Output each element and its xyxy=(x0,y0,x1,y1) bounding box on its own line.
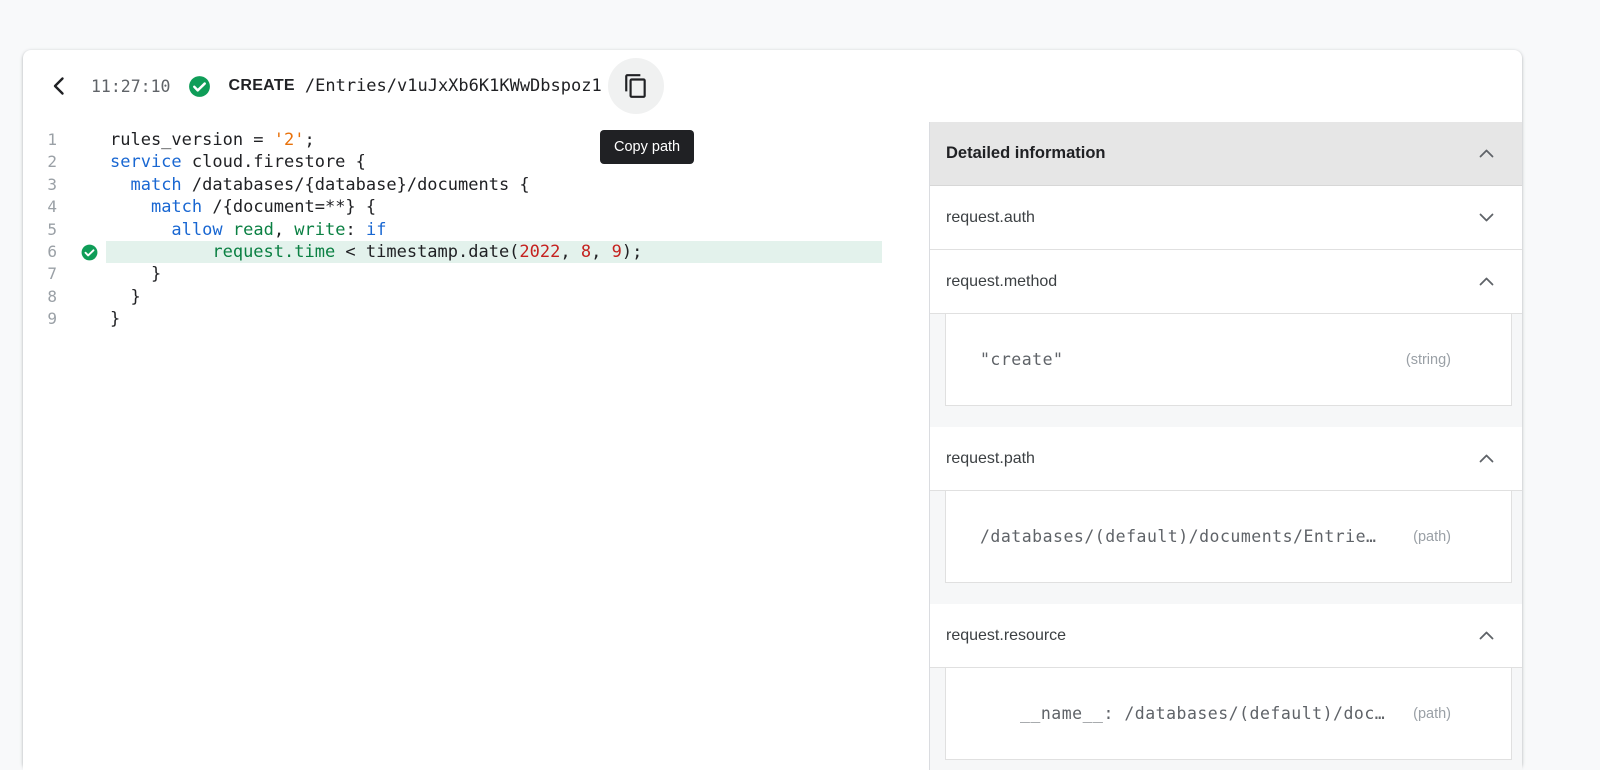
value-type-label: (path) xyxy=(1413,529,1451,545)
section-request.method: request.method "create" (string) xyxy=(930,250,1522,406)
request-timestamp: 11:27:10 xyxy=(91,77,170,96)
line-number: 2 xyxy=(23,151,57,173)
copy-path-tooltip: Copy path xyxy=(600,130,694,164)
code-text: } xyxy=(110,263,161,285)
code-line-3[interactable]: 3 match /databases/{database}/documents … xyxy=(23,174,929,196)
section-value-card: "create" (string) xyxy=(945,314,1512,406)
section-value: /databases/(default)/documents/Entrie… xyxy=(980,527,1377,546)
code-line-4[interactable]: 4 match /{document=**} { xyxy=(23,196,929,218)
request-detail-card: 11:27:10 CREATE /Entries/v1uJxXb6K1KWwDb… xyxy=(23,50,1522,770)
section-value: "create" xyxy=(980,350,1063,369)
line-number: 9 xyxy=(23,308,57,330)
code-line-9[interactable]: 9} xyxy=(23,308,929,330)
code-text: } xyxy=(110,286,141,308)
section-header-request.path[interactable]: request.path xyxy=(930,427,1522,491)
section-header-request.auth[interactable]: request.auth xyxy=(930,186,1522,250)
request-method-label: CREATE xyxy=(228,77,294,95)
section-header-request.method[interactable]: request.method xyxy=(930,250,1522,314)
section-label: request.resource xyxy=(946,627,1066,645)
details-title: Detailed information xyxy=(946,144,1106,163)
section-request.path: request.path/databases/(default)/documen… xyxy=(930,427,1522,583)
success-check-icon xyxy=(187,74,212,99)
code-line-6[interactable]: 6 request.time < timestamp.date(2022, 8,… xyxy=(23,241,929,263)
copy-path-button[interactable] xyxy=(608,58,664,114)
code-line-2[interactable]: 2 service cloud.firestore { xyxy=(23,151,929,173)
line-number: 8 xyxy=(23,286,57,308)
code-text: match /databases/{database}/documents { xyxy=(110,174,530,196)
section-label: request.path xyxy=(946,450,1035,468)
section-request.auth: request.auth xyxy=(930,186,1522,250)
code-text: } xyxy=(110,308,120,330)
request-document-path: /Entries/v1uJxXb6K1KWwDbspoz1 xyxy=(305,76,602,96)
code-text: service cloud.firestore { xyxy=(110,151,366,173)
code-lines: 1 rules_version = '2'; 2 service cloud.fire… xyxy=(23,129,929,331)
back-button[interactable] xyxy=(39,66,79,106)
topbar: 11:27:10 CREATE /Entries/v1uJxXb6K1KWwDb… xyxy=(23,50,1522,122)
section-value-card: /databases/(default)/documents/Entrie… (p… xyxy=(945,491,1512,583)
section-value-card: __name__: /databases/(default)/doc… (path… xyxy=(945,668,1512,760)
line-number: 4 xyxy=(23,196,57,218)
code-line-8[interactable]: 8 } xyxy=(23,286,929,308)
chevron-left-icon xyxy=(47,74,71,98)
section-header-request.resource[interactable]: request.resource xyxy=(930,604,1522,668)
content: 1 rules_version = '2'; 2 service cloud.fire… xyxy=(23,122,1522,770)
detailed-information-panel: Detailed information request.authrequest… xyxy=(930,122,1522,770)
chevron-up-icon xyxy=(1479,631,1494,640)
section-value: __name__: /databases/(default)/doc… xyxy=(1020,704,1385,723)
section-label: request.auth xyxy=(946,209,1035,227)
line-number: 7 xyxy=(23,263,57,285)
value-type-label: (string) xyxy=(1406,352,1451,368)
line-number: 6 xyxy=(23,241,57,263)
code-text: request.time < timestamp.date(2022, 8, 9… xyxy=(106,241,882,263)
rules-code-editor[interactable]: 1 rules_version = '2'; 2 service cloud.fire… xyxy=(23,122,930,770)
code-line-1[interactable]: 1 rules_version = '2'; xyxy=(23,129,929,151)
detailed-information-header[interactable]: Detailed information xyxy=(930,122,1522,186)
code-text: rules_version = '2'; xyxy=(110,129,315,151)
gutter xyxy=(57,243,110,262)
chevron-down-icon xyxy=(1479,213,1494,222)
chevron-up-icon xyxy=(1479,149,1494,158)
code-line-7[interactable]: 7 } xyxy=(23,263,929,285)
code-text: allow read, write: if xyxy=(110,219,386,241)
code-line-5[interactable]: 5 allow read, write: if xyxy=(23,219,929,241)
line-number: 3 xyxy=(23,174,57,196)
line-success-check-icon xyxy=(80,243,99,262)
value-type-label: (path) xyxy=(1413,706,1451,722)
section-request.resource: request.resource __name__: /databases/(de… xyxy=(930,604,1522,760)
chevron-up-icon xyxy=(1479,277,1494,286)
section-label: request.method xyxy=(946,273,1057,291)
code-text: match /{document=**} { xyxy=(110,196,376,218)
chevron-up-icon xyxy=(1479,454,1494,463)
line-number: 5 xyxy=(23,219,57,241)
line-number: 1 xyxy=(23,129,57,151)
copy-icon xyxy=(623,73,649,99)
details-sections: request.auth request.method "create" (strin… xyxy=(930,186,1522,770)
